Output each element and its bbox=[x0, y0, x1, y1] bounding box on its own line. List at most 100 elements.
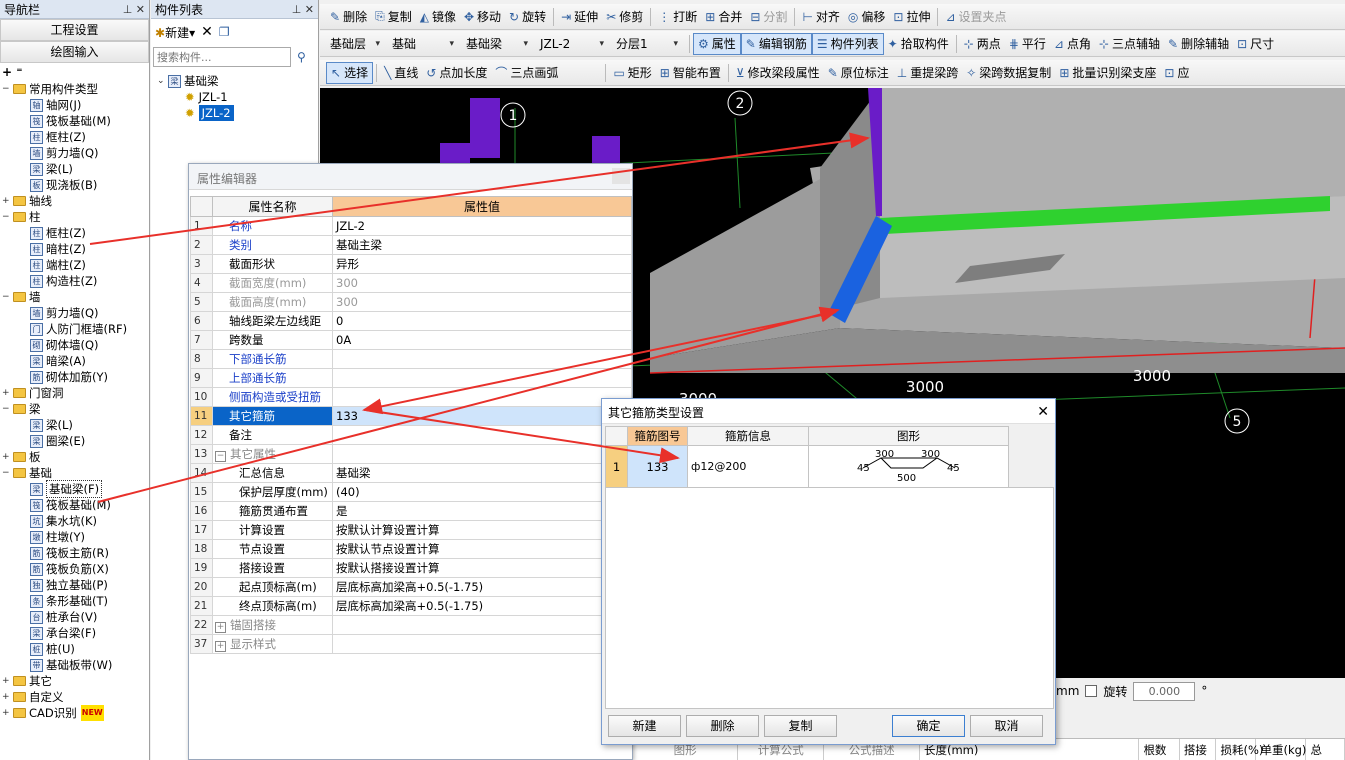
delete-icon[interactable]: ✕ bbox=[201, 24, 213, 40]
nav-item[interactable]: 柱框柱(Z) bbox=[0, 225, 149, 241]
property-value[interactable] bbox=[332, 615, 632, 635]
tool-button-11[interactable]: ◎ 偏移 bbox=[844, 6, 890, 28]
property-value[interactable]: 0 bbox=[332, 311, 632, 331]
nav-item[interactable]: 筏筏板基础(M) bbox=[0, 113, 149, 129]
tool2-button-3[interactable]: ✦ 拾取构件 bbox=[884, 33, 953, 55]
nav-item[interactable]: 墩柱墩(Y) bbox=[0, 529, 149, 545]
nav-item[interactable]: 条条形基础(T) bbox=[0, 593, 149, 609]
tool-button-5[interactable]: ⇥ 延伸 bbox=[557, 6, 602, 28]
nav-item[interactable]: 梁梁(L) bbox=[0, 161, 149, 177]
property-value[interactable]: 按默认计算设置计算 bbox=[332, 520, 632, 540]
table-row[interactable]: 7 跨数量 0A bbox=[190, 330, 632, 350]
tool-button-0[interactable]: ✎ 删除 bbox=[326, 6, 371, 28]
table-row[interactable]: 5 截面高度(mm) 300 bbox=[190, 292, 632, 312]
table-row[interactable]: 21 终点顶标高(m) 层底标高加梁高+0.5(-1.75) bbox=[190, 596, 632, 616]
expand-icon[interactable]: + bbox=[2, 705, 11, 721]
tool2-button-8[interactable]: ✎ 删除辅轴 bbox=[1164, 33, 1233, 55]
tool3-button-8[interactable]: ⊥ 重提梁跨 bbox=[893, 62, 962, 84]
tool3-button-3[interactable]: ⌒ 三点画弧 bbox=[491, 62, 562, 84]
property-value[interactable] bbox=[332, 349, 632, 369]
tool3-button-1[interactable]: ╲ 直线 bbox=[380, 62, 422, 84]
nav-item[interactable]: 砌砌体墙(Q) bbox=[0, 337, 149, 353]
property-value[interactable]: (40) bbox=[332, 482, 632, 502]
table-row[interactable]: 16 箍筋贯通布置 是 bbox=[190, 501, 632, 521]
nav-item[interactable]: 墙剪力墙(Q) bbox=[0, 305, 149, 321]
ok-button[interactable]: 确定 bbox=[892, 715, 965, 737]
tool3-button-7[interactable]: ✎ 原位标注 bbox=[824, 62, 893, 84]
nav-item[interactable]: 筏筏板基础(M) bbox=[0, 497, 149, 513]
table-row[interactable]: 8 下部通长筋 bbox=[190, 349, 632, 369]
table-row[interactable]: 18 节点设置 按默认节点设置计算 bbox=[190, 539, 632, 559]
nav-folder[interactable]: − 柱 bbox=[0, 209, 149, 225]
tool3-button-2[interactable]: ↺ 点加长度 bbox=[422, 62, 491, 84]
tool-button-10[interactable]: ⊢ 对齐 bbox=[798, 6, 843, 28]
collapse-icon[interactable]: − bbox=[2, 465, 11, 481]
expand-icon[interactable]: + bbox=[215, 622, 226, 633]
property-value[interactable]: 层底标高加梁高+0.5(-1.75) bbox=[332, 596, 632, 616]
new-component-button[interactable]: ✱新建▾ bbox=[155, 24, 195, 41]
nav-folder[interactable]: − 常用构件类型 bbox=[0, 81, 149, 97]
nav-item[interactable]: 梁暗梁(A) bbox=[0, 353, 149, 369]
nav-item[interactable]: 门人防门框墙(RF) bbox=[0, 321, 149, 337]
tool2-button-7[interactable]: ⊹ 三点辅轴 bbox=[1095, 33, 1164, 55]
comp-item-jzl1[interactable]: ✹ JZL-1 bbox=[157, 89, 312, 105]
table-row[interactable]: 14 汇总信息 基础梁 bbox=[190, 463, 632, 483]
nav-item[interactable]: 筋筏板主筋(R) bbox=[0, 545, 149, 561]
tool-button-4[interactable]: ↻ 旋转 bbox=[505, 6, 550, 28]
table-row[interactable]: 6 轴线距梁左边线距 0 bbox=[190, 311, 632, 331]
tool-button-9[interactable]: ⊟ 分割 bbox=[746, 6, 791, 28]
nav-item[interactable]: 梁梁(L) bbox=[0, 417, 149, 433]
stirrup-code-cell[interactable]: 133 bbox=[627, 445, 688, 488]
nav-folder[interactable]: + 自定义 bbox=[0, 689, 149, 705]
tool2-button-4[interactable]: ⊹ 两点 bbox=[960, 33, 1005, 55]
tool2-button-2[interactable]: ☰ 构件列表 bbox=[811, 32, 884, 55]
nav-item[interactable]: 轴轴网(J) bbox=[0, 97, 149, 113]
nav-item[interactable]: 梁承台梁(F) bbox=[0, 625, 149, 641]
property-value[interactable]: 300 bbox=[332, 273, 632, 293]
table-row[interactable]: 9 上部通长筋 bbox=[190, 368, 632, 388]
property-value[interactable]: 是 bbox=[332, 501, 632, 521]
draw-input-button[interactable]: 绘图输入 bbox=[0, 41, 149, 63]
collapse-icon[interactable]: − bbox=[2, 289, 11, 305]
tool3-button-6[interactable]: ⊻ 修改梁段属性 bbox=[732, 62, 824, 84]
property-value[interactable]: 133 bbox=[332, 406, 632, 426]
tool-button-3[interactable]: ✥ 移动 bbox=[460, 6, 505, 28]
table-row[interactable]: 11 其它箍筋 133 bbox=[190, 406, 632, 426]
tool2-button-0[interactable]: ⚙ 属性 bbox=[693, 32, 741, 55]
collapse-icon[interactable]: ⌄ bbox=[157, 73, 166, 89]
nav-item[interactable]: 筋筏板负筋(X) bbox=[0, 561, 149, 577]
nav-item[interactable]: 独独立基础(P) bbox=[0, 577, 149, 593]
copy-button[interactable]: 复制 bbox=[764, 715, 837, 737]
property-value[interactable]: JZL-2 bbox=[332, 216, 632, 236]
expand-icon[interactable]: + bbox=[215, 641, 226, 652]
layer-dropdown-1[interactable]: 基础 bbox=[388, 34, 458, 54]
property-value[interactable] bbox=[332, 634, 632, 654]
close-icon[interactable]: ✕ bbox=[1037, 404, 1049, 420]
tool-button-13[interactable]: ⊿ 设置夹点 bbox=[941, 6, 1010, 28]
property-value[interactable]: 层底标高加梁高+0.5(-1.75) bbox=[332, 577, 632, 597]
comp-item-jzl2[interactable]: ✹ JZL-2 bbox=[157, 105, 312, 121]
project-settings-button[interactable]: 工程设置 bbox=[0, 19, 149, 41]
tool-button-12[interactable]: ⊡ 拉伸 bbox=[889, 6, 934, 28]
property-value[interactable]: 300 bbox=[332, 292, 632, 312]
tool3-button-5[interactable]: ⊞ 智能布置 bbox=[656, 62, 725, 84]
nav-folder[interactable]: − 梁 bbox=[0, 401, 149, 417]
nav-item[interactable]: 桩桩(U) bbox=[0, 641, 149, 657]
tool3-button-11[interactable]: ⊡ 应 bbox=[1160, 62, 1193, 84]
tool-button-6[interactable]: ✂ 修剪 bbox=[602, 6, 647, 28]
stirrup-info-cell[interactable]: ф12@200 bbox=[687, 445, 809, 488]
nav-item[interactable]: 墙剪力墙(Q) bbox=[0, 145, 149, 161]
nav-item[interactable]: 柱构造柱(Z) bbox=[0, 273, 149, 289]
table-row[interactable]: 22 + 锚固搭接 bbox=[190, 615, 632, 635]
rotate-checkbox[interactable] bbox=[1085, 685, 1098, 697]
collapse-icon[interactable]: − bbox=[2, 81, 11, 97]
nav-folder[interactable]: − 基础 bbox=[0, 465, 149, 481]
tool3-button-4[interactable]: ▭ 矩形 bbox=[609, 62, 655, 84]
table-row[interactable]: 1 133 ф12@200 300 300 500 45 45 bbox=[605, 445, 1009, 488]
nav-item[interactable]: 坑集水坑(K) bbox=[0, 513, 149, 529]
expand-icon[interactable]: + bbox=[2, 449, 11, 465]
nav-folder[interactable]: + 门窗洞 bbox=[0, 385, 149, 401]
rotate-input[interactable] bbox=[1133, 681, 1196, 701]
property-value[interactable]: 按默认搭接设置计算 bbox=[332, 558, 632, 578]
property-value[interactable]: 按默认节点设置计算 bbox=[332, 539, 632, 559]
